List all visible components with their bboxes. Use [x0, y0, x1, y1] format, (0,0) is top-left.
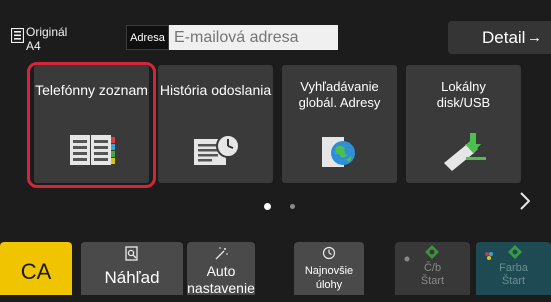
page-dot-active[interactable] — [264, 203, 271, 210]
auto-setting-label: Auto nastavenie — [187, 263, 255, 297]
color-start-button[interactable]: Farba Štart — [476, 242, 551, 295]
clear-all-button[interactable]: CA — [0, 242, 72, 295]
chevron-right-icon[interactable] — [520, 190, 531, 216]
tile-global-label-line2: globál. Adresy — [298, 95, 381, 110]
selected-tile-highlight — [27, 62, 156, 188]
bw-start-line1: Č/b — [423, 262, 442, 274]
recent-label-line2: úlohy — [315, 279, 343, 291]
auto-label-line1: Auto — [206, 263, 236, 279]
tile-send-history[interactable]: História odoslania — [158, 65, 273, 183]
preview-icon — [125, 246, 139, 267]
detail-label: Detail — [482, 28, 526, 47]
tile-local-disk-usb-label: Lokálny disk/USB — [406, 79, 521, 111]
address-type-button[interactable]: Adresa — [126, 25, 169, 50]
usb-drive-icon — [440, 133, 488, 176]
tile-usb-label-line1: Lokálny — [441, 79, 486, 94]
tile-usb-label-line2: disk/USB — [436, 95, 491, 110]
tile-global-address-search[interactable]: Vyhľadávanie globál. Adresy — [282, 65, 397, 183]
page-dot[interactable] — [290, 204, 295, 209]
history-clock-icon — [322, 246, 336, 265]
tile-global-label-line1: Vyhľadávanie — [300, 79, 379, 94]
original-size: A4 — [26, 39, 41, 53]
bw-start-line2: Štart — [420, 275, 445, 287]
detail-button[interactable]: Detail → — [448, 21, 551, 54]
preview-button[interactable]: Náhľad — [81, 242, 183, 295]
original-label: Originál — [26, 25, 68, 39]
auto-label-line2: nastavenie — [187, 280, 255, 296]
tile-send-history-label: História odoslania — [159, 82, 272, 98]
color-start-line2: Štart — [501, 275, 526, 287]
recent-label-line1: Najnovšie — [304, 265, 354, 277]
recent-jobs-label: Najnovšie úlohy — [294, 264, 364, 292]
recent-jobs-button[interactable]: Najnovšie úlohy — [294, 242, 364, 295]
arrow-right-icon: → — [527, 29, 542, 46]
auto-setting-button[interactable]: Auto nastavenie — [187, 242, 255, 297]
tile-global-address-search-label: Vyhľadávanie globál. Adresy — [282, 79, 397, 111]
global-search-icon — [318, 133, 362, 176]
bw-start-label: Č/b Štart — [395, 262, 470, 288]
color-start-line1: Farba — [499, 262, 528, 274]
original-settings[interactable]: Originál A4 — [26, 25, 67, 53]
original-document-icon — [10, 27, 25, 44]
tile-local-disk-usb[interactable]: Lokálny disk/USB — [406, 65, 521, 183]
bw-start-button[interactable]: Č/b Štart — [395, 242, 470, 295]
email-address-input[interactable] — [169, 25, 338, 50]
color-start-label: Farba Štart — [476, 262, 551, 288]
send-history-icon — [191, 133, 241, 172]
preview-label: Náhľad — [104, 268, 160, 287]
